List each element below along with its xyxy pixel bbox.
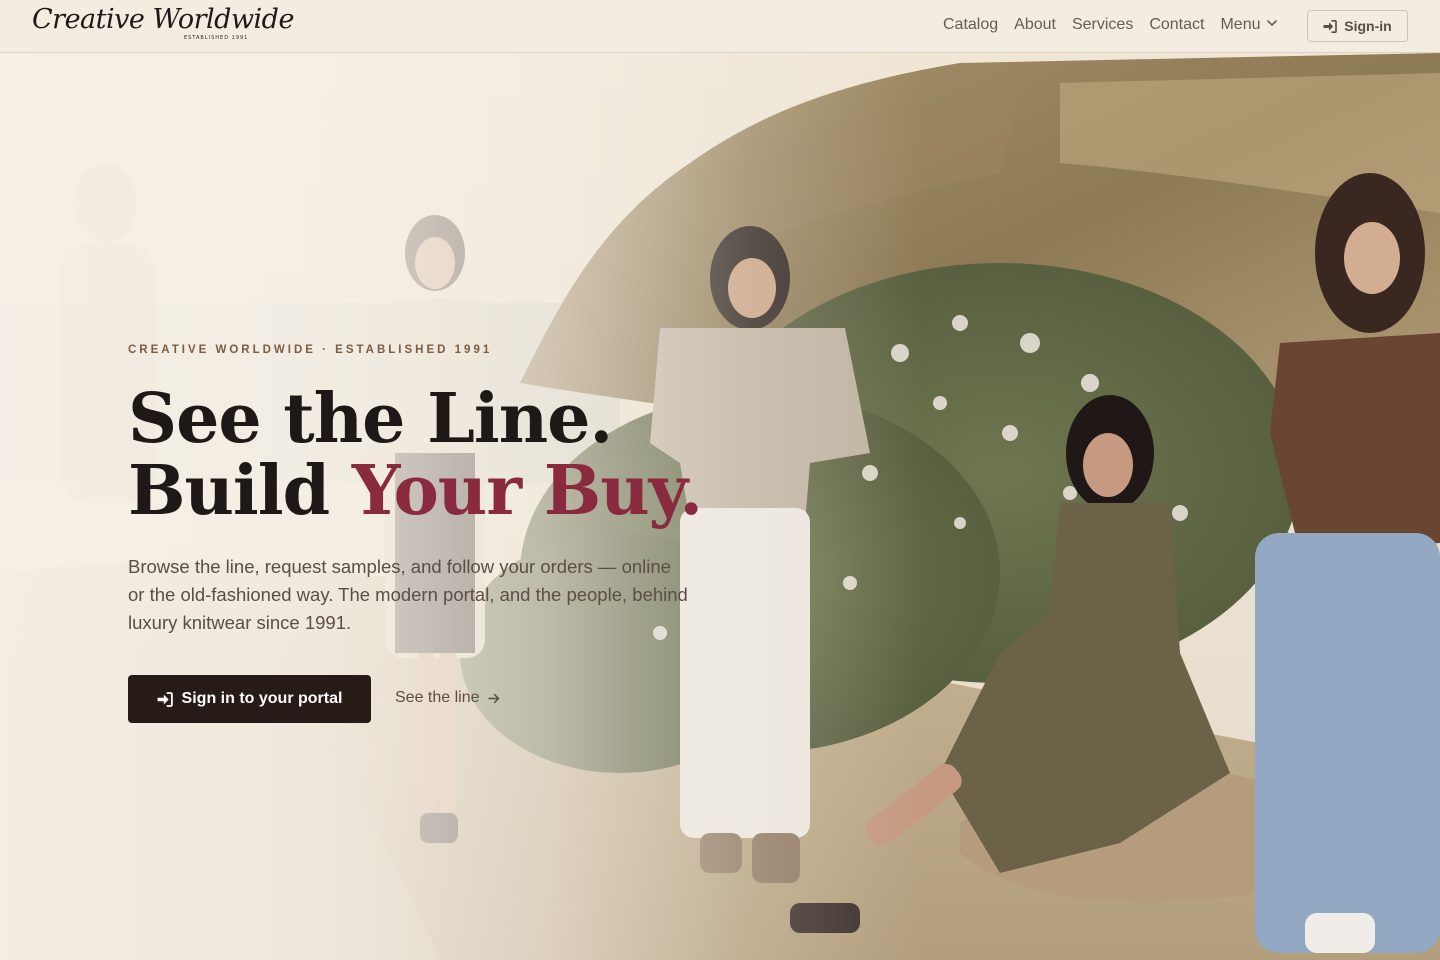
sign-in-icon (157, 691, 173, 707)
main-nav: Catalog About Services Contact Menu (943, 16, 1293, 34)
headline-line-2-accent: Your Buy. (351, 451, 703, 531)
see-the-line-label: See the line (395, 689, 480, 706)
arrow-right-icon (487, 693, 499, 703)
see-the-line-link[interactable]: See the line (395, 689, 500, 707)
hero-headline: See the Line. Build Your Buy. (128, 383, 703, 527)
logo-wordmark: Creative Worldwide (32, 4, 294, 35)
nav-menu-label: Menu (1220, 16, 1261, 33)
sign-in-icon (1323, 19, 1338, 33)
nav-about[interactable]: About (1014, 16, 1056, 34)
chevron-down-icon (1266, 19, 1277, 26)
hero-description: Browse the line, request samples, and fo… (128, 556, 688, 633)
portal-signin-button[interactable]: Sign in to your portal (128, 675, 371, 723)
header-signin-button[interactable]: Sign-in (1307, 10, 1408, 42)
headline-line-2-plain: Build (128, 451, 352, 531)
portal-signin-label: Sign in to your portal (181, 690, 343, 707)
hero-eyebrow: CREATIVE WORLDWIDE · ESTABLISHED 1991 (128, 344, 493, 356)
nav-menu-dropdown[interactable]: Menu (1220, 16, 1277, 34)
nav-contact[interactable]: Contact (1149, 16, 1204, 34)
nav-catalog[interactable]: Catalog (943, 16, 998, 34)
headline-line-1: See the Line. (128, 379, 613, 459)
nav-services[interactable]: Services (1072, 16, 1133, 34)
brand-logo[interactable]: Creative Worldwide ESTABLISHED 1991 (32, 4, 294, 46)
site-header: Creative Worldwide ESTABLISHED 1991 Cata… (0, 0, 1440, 53)
logo-tagline: ESTABLISHED 1991 (184, 35, 249, 41)
hero-section: CREATIVE WORLDWIDE · ESTABLISHED 1991 Se… (0, 53, 1440, 960)
header-signin-label: Sign-in (1344, 18, 1392, 34)
